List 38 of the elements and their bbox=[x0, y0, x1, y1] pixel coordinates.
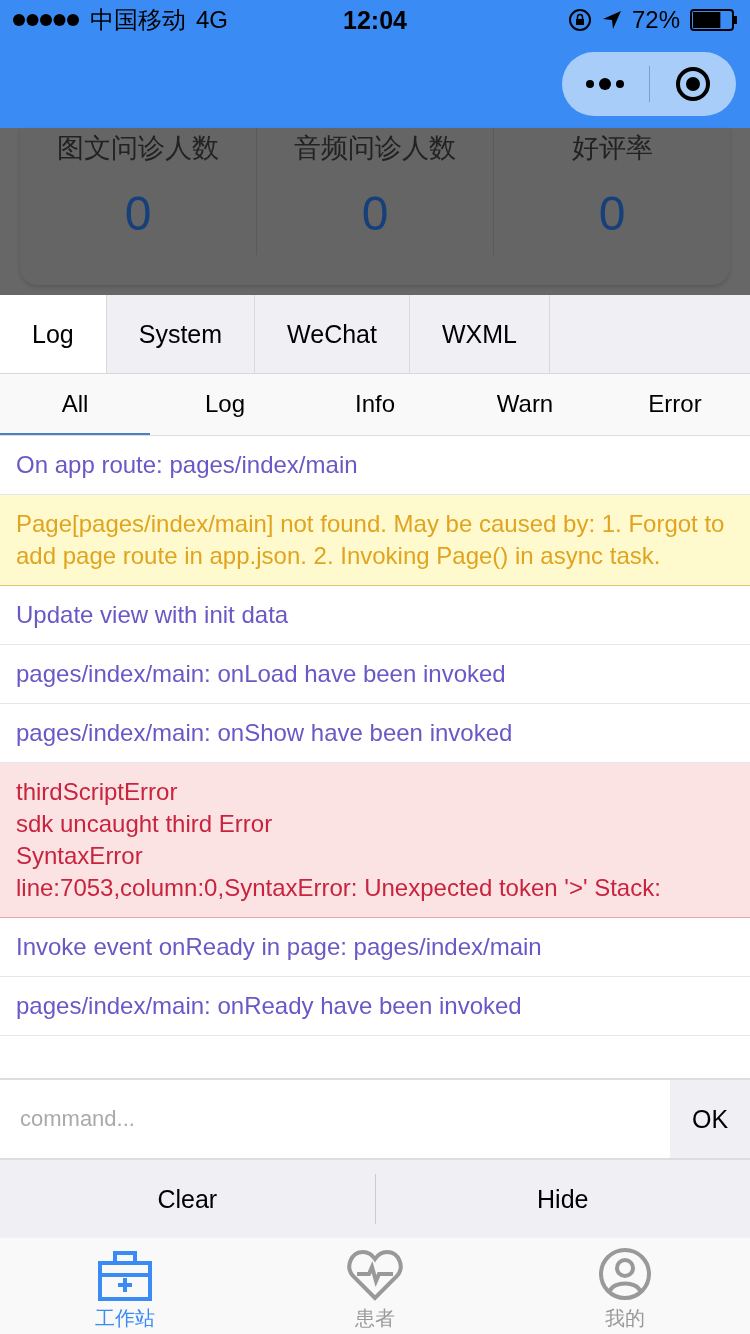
log-text: pages/index/main: onReady have been invoked bbox=[16, 991, 523, 1021]
filter-tab[interactable]: Warn bbox=[450, 374, 600, 435]
log-text: sdk uncaught third Error bbox=[16, 809, 274, 839]
ok-button[interactable]: OK bbox=[670, 1080, 750, 1158]
location-arrow-icon bbox=[601, 10, 622, 30]
stat-label: 好评率 bbox=[571, 132, 653, 165]
filter-tab[interactable]: Error bbox=[600, 374, 750, 435]
log-text: thirdScriptError bbox=[16, 777, 179, 807]
stat-label: 图文问诊人数 bbox=[57, 132, 219, 165]
heartbeat-icon bbox=[347, 1249, 403, 1301]
stat-value: 0 bbox=[124, 186, 152, 241]
clear-button[interactable]: Clear bbox=[0, 1160, 375, 1238]
signal-icon bbox=[12, 13, 80, 27]
network-type: 4G bbox=[196, 6, 228, 34]
log-text: pages/index/main: onShow have been invoked bbox=[16, 718, 514, 748]
stat-value: 0 bbox=[598, 186, 626, 241]
battery-percent: 72% bbox=[631, 6, 680, 34]
log-text: On app route: pages/index/main bbox=[16, 450, 359, 480]
log-text: Update view with init data bbox=[16, 600, 290, 630]
console-tab[interactable]: Log bbox=[0, 295, 107, 373]
user-icon bbox=[598, 1247, 652, 1301]
log-text: Invoke event onReady in page: pages/index/main bbox=[16, 932, 543, 962]
rotation-lock-icon bbox=[567, 8, 592, 32]
more-icon[interactable] bbox=[585, 77, 626, 91]
stat-label: 音频问诊人数 bbox=[294, 132, 456, 165]
medical-kit-icon bbox=[98, 1251, 152, 1301]
hide-button[interactable]: Hide bbox=[375, 1160, 750, 1238]
battery-icon bbox=[690, 9, 738, 31]
filter-tab[interactable]: Log bbox=[150, 374, 300, 435]
filter-tab[interactable]: Info bbox=[300, 374, 450, 435]
log-text: line:7053,column:0,SyntaxError: Unexpected token '>' Stack: bbox=[16, 873, 662, 903]
log-text: pages/index/main: onLoad have been invoked bbox=[16, 659, 507, 689]
log-text: Page[pages/index/main] not found. May be caused by: 1. Forgot to add page route in app.json. 2. Invoking Page() in async task. bbox=[16, 509, 726, 571]
clock-time: 12:04 bbox=[343, 5, 407, 35]
stat-value: 0 bbox=[361, 186, 389, 241]
log-text: SyntaxError bbox=[16, 841, 144, 871]
close-icon[interactable] bbox=[674, 66, 711, 102]
carrier-name: 中国移动 bbox=[90, 5, 186, 35]
